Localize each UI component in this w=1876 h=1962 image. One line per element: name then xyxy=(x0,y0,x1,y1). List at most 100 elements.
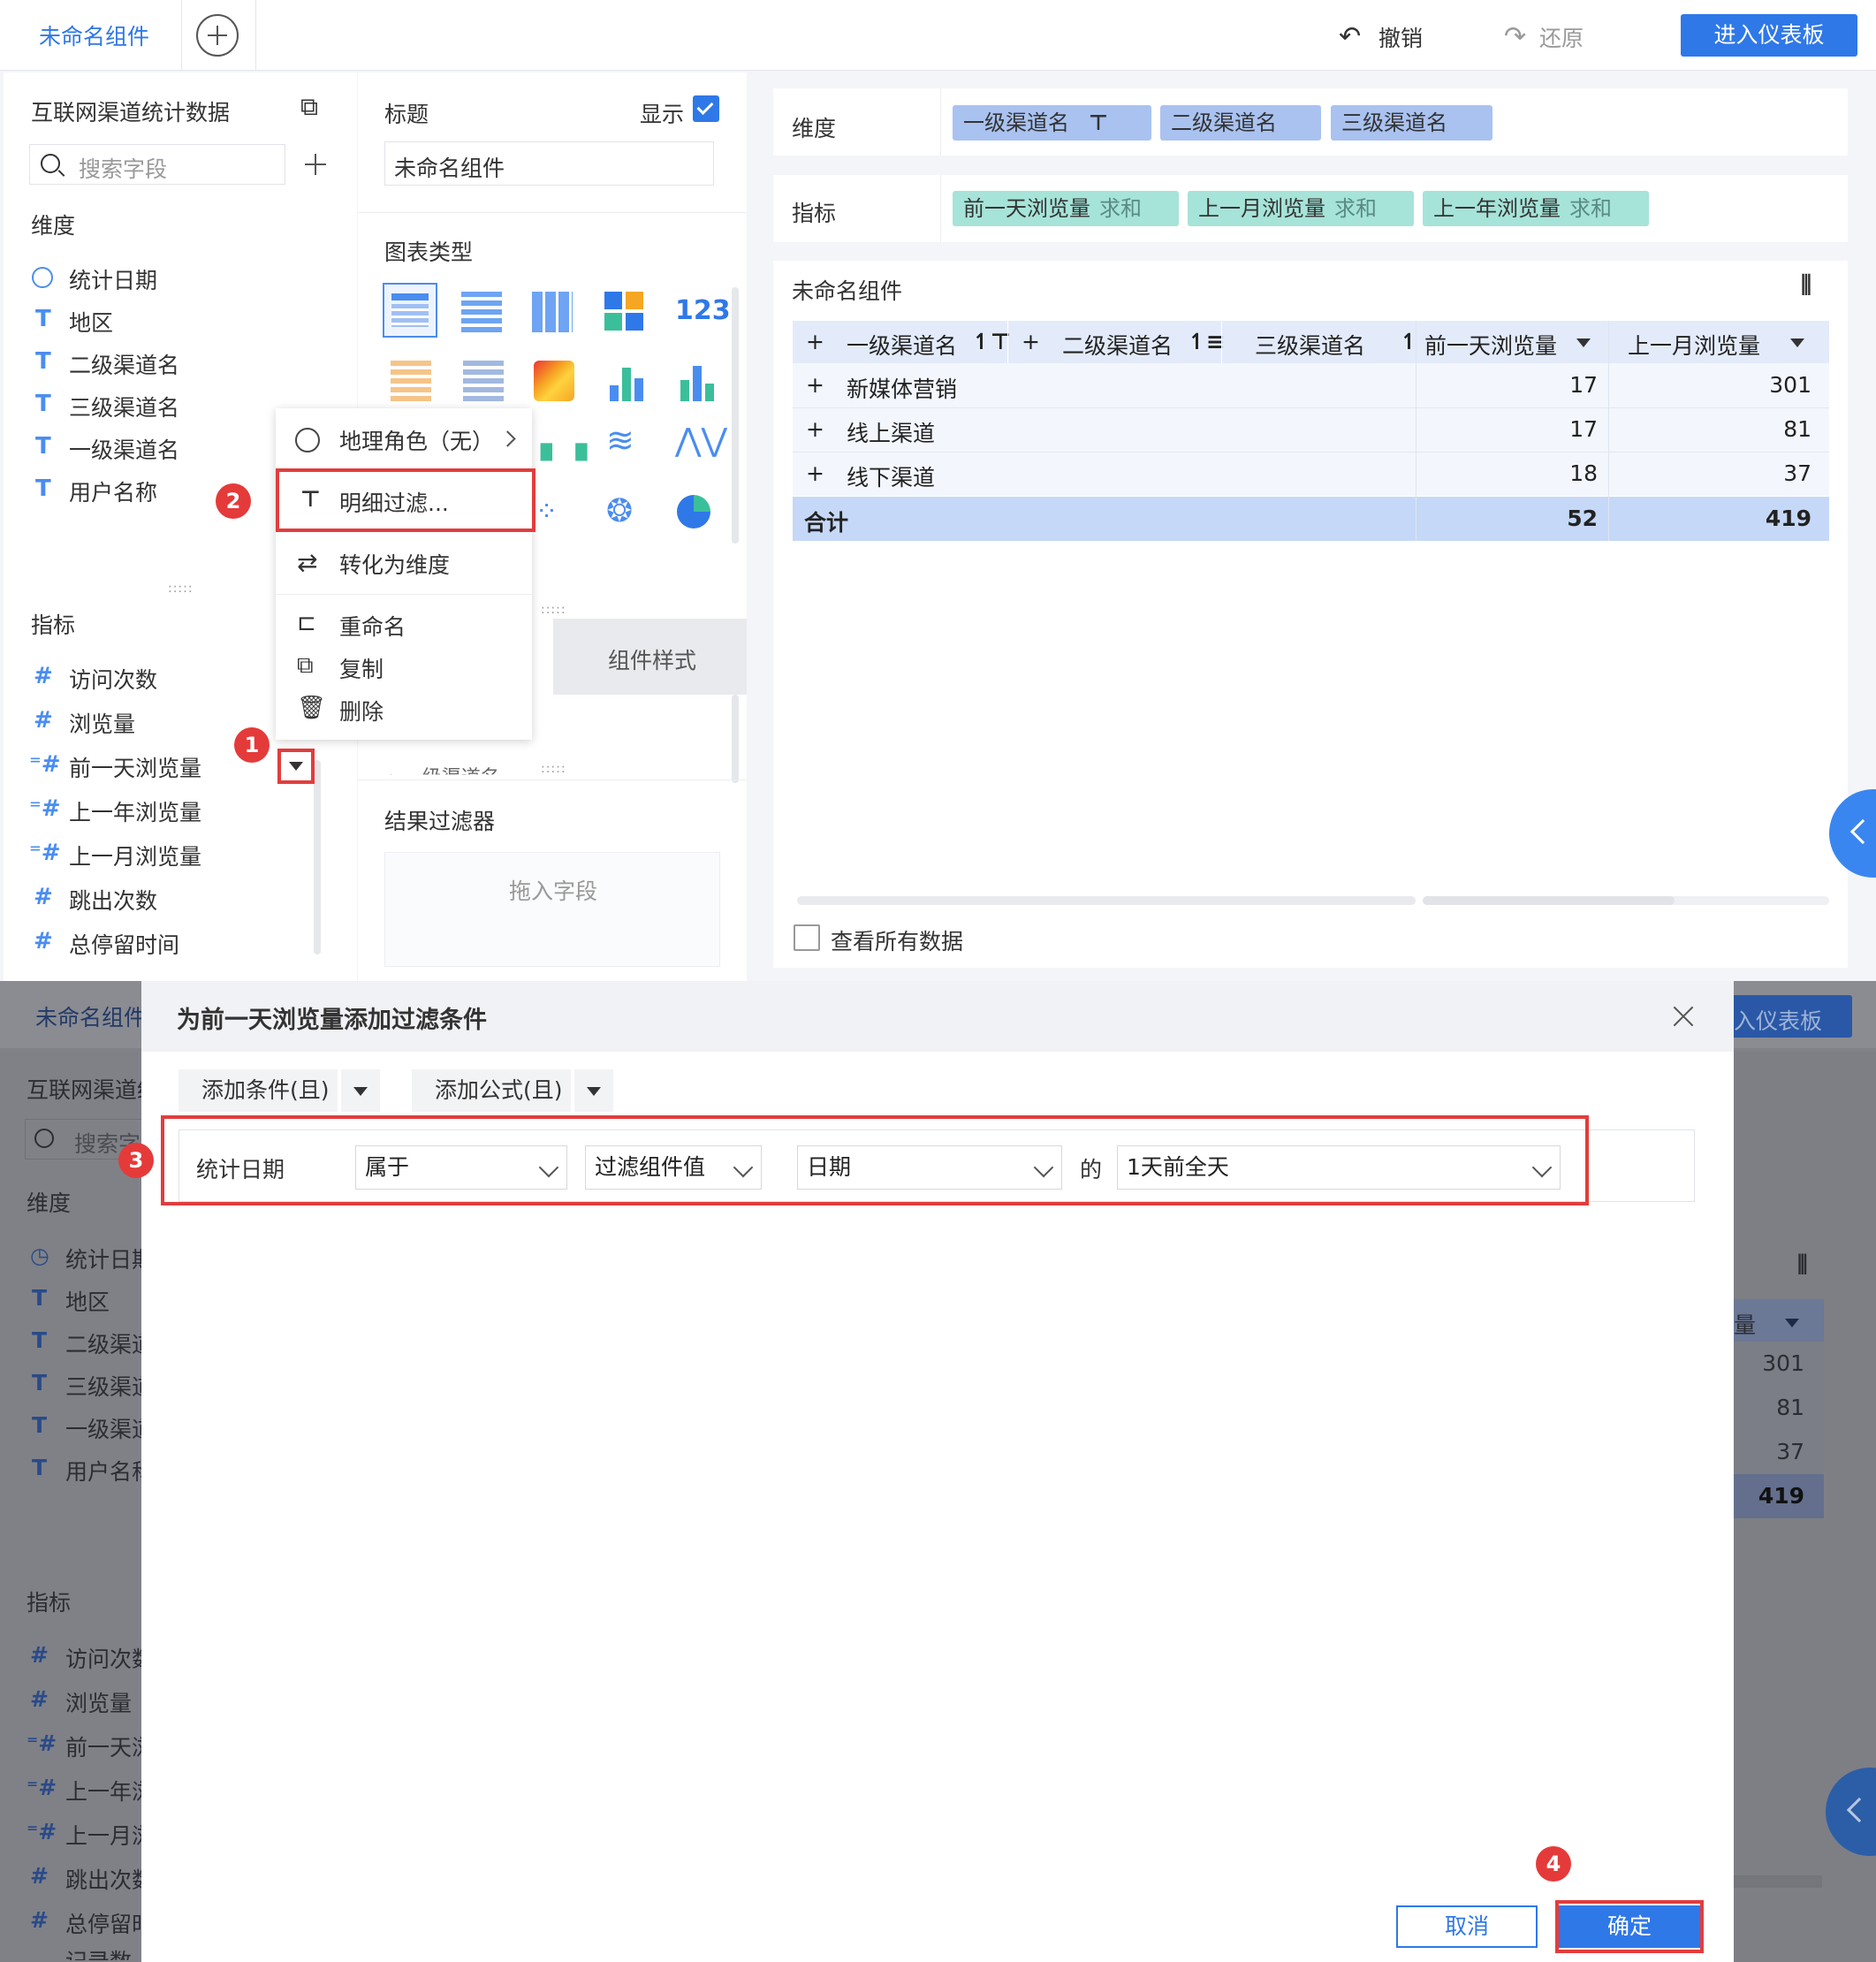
menu-geo-role[interactable]: 地理角色（无） xyxy=(339,424,494,456)
undo-button[interactable]: 撤销 xyxy=(1379,21,1423,53)
column-header[interactable]: 二级渠道名 xyxy=(1062,329,1173,361)
field-search-input[interactable]: 搜索字段 xyxy=(29,144,285,185)
expand-icon[interactable]: + xyxy=(806,372,824,398)
dimension-item[interactable]: 地区 xyxy=(69,306,113,338)
dimension-pill[interactable]: 二级渠道名 xyxy=(1160,105,1321,141)
result-filter-dropzone[interactable]: 拖入字段 xyxy=(384,852,720,967)
h-scrollbar-track[interactable] xyxy=(1423,896,1829,905)
metric-item[interactable]: 上一月浏览量 xyxy=(69,840,201,871)
cross-table-icon[interactable] xyxy=(461,292,502,332)
cell-value: 81 xyxy=(1783,416,1811,442)
metric-shelf-label: 指标 xyxy=(792,201,837,226)
component-style-tab[interactable]: 组件样式 xyxy=(553,619,747,695)
highlight-box-2 xyxy=(276,468,535,532)
add-condition-dropdown[interactable] xyxy=(341,1069,380,1112)
dimension-item[interactable]: 二级渠道名 xyxy=(69,348,179,380)
heat-grid-icon[interactable] xyxy=(604,292,645,332)
bar xyxy=(622,368,631,401)
column-menu-arrow[interactable] xyxy=(1576,338,1591,347)
caret-down-icon xyxy=(353,1087,368,1096)
dim-metric-item: 总停留时 xyxy=(65,1912,155,1937)
bubble-icon[interactable]: ❂ xyxy=(606,493,633,529)
metric-item[interactable]: 浏览量 xyxy=(69,707,135,739)
dimension-pill[interactable]: 一级渠道名 ⊤ xyxy=(953,105,1151,141)
add-tab-button[interactable] xyxy=(196,14,239,57)
h-scrollbar-thumb[interactable] xyxy=(1423,896,1675,905)
multi-line-icon[interactable]: ⋀⋁ xyxy=(675,422,727,459)
scatter-icon[interactable]: ⁘ xyxy=(535,497,558,528)
dimension-item[interactable]: 一级渠道名 xyxy=(69,433,179,465)
expand-icon[interactable]: + xyxy=(806,329,824,354)
switch-source-icon[interactable]: ⧉ xyxy=(300,92,318,122)
expand-icon[interactable]: + xyxy=(1022,329,1040,354)
metric-item[interactable]: 上一年浏览量 xyxy=(69,795,201,827)
add-condition-button[interactable]: 添加条件(且) xyxy=(178,1069,338,1112)
column-header[interactable]: 一级渠道名 xyxy=(847,329,957,361)
dim-enter-label: 入仪表板 xyxy=(1734,1008,1823,1034)
splitter-handle[interactable]: ::::: xyxy=(541,762,566,776)
scrollbar[interactable] xyxy=(314,760,321,954)
metric-pill[interactable]: 上一年浏览量 求和 xyxy=(1423,191,1649,226)
dim-metric-item: 记录数 xyxy=(65,1949,133,1962)
close-button[interactable] xyxy=(1672,1004,1697,1029)
dimension-item[interactable]: 三级渠道名 xyxy=(69,391,179,422)
splitter-handle[interactable]: ::::: xyxy=(168,582,194,596)
color-table-icon[interactable] xyxy=(391,361,431,401)
text-type-icon: T xyxy=(35,306,51,332)
dim-scrollbar xyxy=(1734,1875,1822,1888)
chart-settings-icon[interactable]: ⫼ xyxy=(1801,272,1811,300)
metric-item[interactable]: 跳出次数 xyxy=(69,884,157,916)
scatter-grid-icon[interactable]: ▖▗ xyxy=(541,426,587,461)
enter-dashboard-button[interactable]: 进入仪表板 xyxy=(1681,14,1857,57)
pie-chart-icon[interactable] xyxy=(677,495,710,529)
metric-pill[interactable]: 前一天浏览量 求和 xyxy=(953,191,1179,226)
title-input[interactable]: 未命名组件 xyxy=(384,141,714,186)
column-menu-arrow[interactable] xyxy=(1790,338,1804,347)
add-formula-dropdown[interactable] xyxy=(574,1069,613,1112)
range-bar-icon[interactable] xyxy=(606,362,647,403)
text-type-icon: T xyxy=(32,1285,48,1311)
globe-icon xyxy=(295,428,320,452)
chart-type-table[interactable] xyxy=(383,283,437,338)
line-chart-icon[interactable]: ≋ xyxy=(606,421,634,460)
expand-icon[interactable]: + xyxy=(806,416,824,442)
scrollbar[interactable] xyxy=(732,695,739,783)
menu-to-dimension[interactable]: 转化为维度 xyxy=(339,548,450,580)
metric-item[interactable]: 访问次数 xyxy=(69,663,157,695)
bar xyxy=(693,366,702,401)
metric-item[interactable]: 总停留时间 xyxy=(69,928,179,960)
add-formula-button[interactable]: 添加公式(且) xyxy=(412,1069,571,1112)
dim-metric-label: 指标 xyxy=(27,1590,72,1616)
metric-item[interactable]: 前一天浏览量 xyxy=(69,751,201,783)
expand-icon[interactable]: + xyxy=(806,460,824,486)
h-scrollbar[interactable] xyxy=(797,896,1416,905)
dimension-pill[interactable]: 三级渠道名 xyxy=(1331,105,1492,141)
dimension-item[interactable]: 统计日期 xyxy=(69,263,157,295)
cancel-button[interactable]: 取消 xyxy=(1396,1905,1538,1948)
field-menu-arrow[interactable] xyxy=(289,762,303,771)
heatmap-icon[interactable] xyxy=(534,361,574,401)
splitter-handle[interactable]: ::::: xyxy=(541,603,566,617)
component-tab[interactable]: 未命名组件 xyxy=(39,19,149,51)
sort-icon[interactable]: ↿⊤ xyxy=(972,329,1011,354)
menu-rename[interactable]: 重命名 xyxy=(339,610,406,642)
detail-table-icon[interactable] xyxy=(532,292,573,332)
progress-table-icon[interactable] xyxy=(463,361,504,401)
dimension-shelf-label: 维度 xyxy=(792,116,837,141)
scrollbar[interactable] xyxy=(732,287,739,544)
redo-button[interactable]: 还原 xyxy=(1539,21,1584,53)
metric-pill[interactable]: 上一月浏览量 求和 xyxy=(1188,191,1414,226)
view-all-checkbox[interactable] xyxy=(794,924,820,951)
cell-value: 18 xyxy=(1569,460,1598,486)
column-header[interactable]: 三级渠道名 xyxy=(1255,329,1365,361)
menu-copy[interactable]: 复制 xyxy=(339,652,384,684)
menu-delete[interactable]: 删除 xyxy=(339,695,384,726)
dim-dimension-label: 维度 xyxy=(27,1190,72,1216)
column-header[interactable]: 前一天浏览量 xyxy=(1424,329,1557,361)
column-chart-icon[interactable] xyxy=(677,362,718,403)
show-title-checkbox[interactable] xyxy=(693,95,719,122)
column-header[interactable]: 上一月浏览量 xyxy=(1628,329,1760,361)
kpi-card-icon[interactable]: 123 xyxy=(675,295,731,326)
sort-icon[interactable]: ↿≡ xyxy=(1188,329,1225,354)
dimension-item[interactable]: 用户名称 xyxy=(69,475,157,507)
